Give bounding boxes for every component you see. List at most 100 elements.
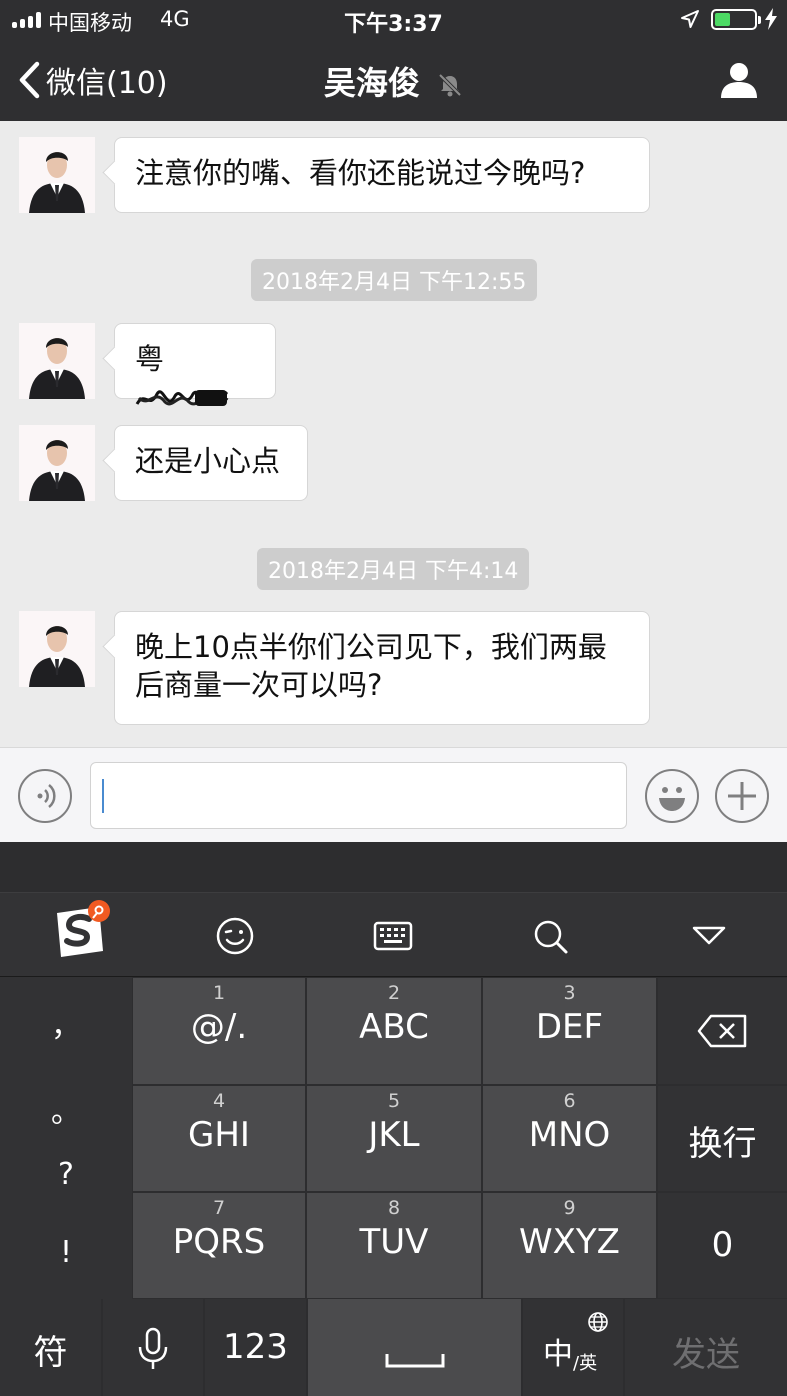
battery-icon <box>711 9 761 30</box>
mic-icon <box>138 1327 168 1369</box>
key-letters: MNO <box>528 1115 611 1155</box>
message-row: 还是小心点 <box>0 425 787 505</box>
contact-name: 吴海俊 <box>323 64 420 102</box>
key-4[interactable]: 4 GHI <box>133 1086 305 1191</box>
punctuation-column: ， 。 ? ! <box>0 977 132 1299</box>
key-number: 9 <box>563 1197 576 1219</box>
space-bar-icon <box>385 1354 444 1368</box>
send-key[interactable]: 发送 <box>625 1299 787 1396</box>
chat-title: 吴海俊 <box>0 58 787 104</box>
backspace-icon <box>697 1014 746 1048</box>
key-letters: TUV <box>359 1222 429 1262</box>
message-text: 还是小心点 <box>135 444 281 478</box>
keyboard-icon[interactable] <box>364 907 422 965</box>
punct-period-key[interactable]: 。 <box>0 1087 132 1131</box>
zero-label: 0 <box>711 1225 734 1265</box>
text-caret <box>102 779 104 813</box>
message-row: 注意你的嘴、看你还能说过今晚吗? <box>0 137 787 217</box>
key-letters: WXYZ <box>519 1222 620 1262</box>
space-key[interactable] <box>308 1299 521 1396</box>
profile-icon[interactable] <box>719 60 759 100</box>
contact-avatar[interactable] <box>19 611 95 687</box>
key-2[interactable]: 2 ABC <box>307 978 481 1084</box>
status-time: 下午3:37 <box>344 12 443 37</box>
search-icon[interactable] <box>521 907 579 965</box>
collapse-triangle-icon[interactable] <box>680 907 738 965</box>
redacted-scribble-icon <box>135 390 229 406</box>
key-letters: ABC <box>359 1007 429 1047</box>
message-text: 注意你的嘴、看你还能说过今晚吗? <box>135 156 586 190</box>
punct-comma-key[interactable]: ， <box>0 1001 132 1045</box>
message-bubble[interactable]: 还是小心点 <box>114 425 308 501</box>
key-0[interactable]: 0 <box>658 1193 787 1298</box>
language-switch-key[interactable]: 中 /英 <box>523 1299 623 1396</box>
message-bubble[interactable]: 粤 <box>114 323 276 406</box>
key-number: 7 <box>212 1197 226 1219</box>
message-text-line: 后商量一次可以吗? <box>135 668 383 702</box>
keyboard: ， 。 ? ! 1 @/. 2 ABC 3 DEF 4 GHI 5 JKL 6 … <box>0 842 787 1396</box>
delete-key[interactable] <box>658 978 787 1084</box>
key-9[interactable]: 9 WXYZ <box>483 1193 656 1298</box>
globe-icon <box>588 1312 608 1332</box>
contact-avatar[interactable] <box>19 137 95 213</box>
key-letters: JKL <box>368 1115 420 1155</box>
input-bar <box>0 747 787 842</box>
voice-icon <box>37 784 56 808</box>
message-row: 晚上10点半你们公司见下，我们两最 后商量一次可以吗? <box>0 611 787 727</box>
key-number: 2 <box>387 982 401 1004</box>
message-bubble[interactable]: 注意你的嘴、看你还能说过今晚吗? <box>114 137 650 213</box>
message-text: 粤 <box>135 342 165 376</box>
key-7[interactable]: 7 PQRS <box>133 1193 305 1298</box>
key-letters: GHI <box>188 1115 250 1155</box>
chat-timestamp: 2018年2月4日 下午12:55 <box>251 259 538 301</box>
key-number: 6 <box>563 1090 576 1112</box>
newline-key[interactable]: 换行 <box>658 1086 787 1191</box>
punct-question-key[interactable]: ? <box>0 1157 132 1192</box>
key-letters: @/. <box>190 1007 248 1047</box>
nav-bar: 微信(10) 吴海俊 <box>0 40 787 121</box>
key-number: 8 <box>387 1197 401 1219</box>
punct-exclamation-key[interactable]: ! <box>0 1235 132 1270</box>
key-1[interactable]: 1 @/. <box>133 978 305 1084</box>
message-text-line: 晚上10点半你们公司见下，我们两最 <box>135 630 607 664</box>
mute-bell-icon <box>438 73 462 97</box>
newline-label: 换行 <box>688 1124 757 1164</box>
contact-avatar[interactable] <box>19 425 95 501</box>
avatar-portrait-icon <box>19 323 95 399</box>
emoji-icon <box>659 787 685 811</box>
key-3[interactable]: 3 DEF <box>483 978 656 1084</box>
key-number: 4 <box>212 1090 226 1112</box>
emoji-button[interactable] <box>645 769 699 823</box>
mic-key[interactable] <box>103 1299 203 1396</box>
status-bar: 中国移动 4G 下午3:37 <box>0 0 787 40</box>
avatar-portrait-icon <box>19 137 95 213</box>
key-letters: PQRS <box>172 1222 266 1262</box>
more-options-button[interactable] <box>715 769 769 823</box>
key-number: 3 <box>563 982 576 1004</box>
message-row: 粤 <box>0 323 787 406</box>
avatar-portrait-icon <box>19 611 95 687</box>
chat-area[interactable]: 注意你的嘴、看你还能说过今晚吗? 2018年2月4日 下午12:55 粤 还是小… <box>0 121 787 747</box>
location-arrow-icon <box>681 10 699 28</box>
chat-timestamp: 2018年2月4日 下午4:14 <box>257 548 530 590</box>
key-6[interactable]: 6 MNO <box>483 1086 656 1191</box>
key-letters: DEF <box>535 1007 604 1047</box>
key-number: 1 <box>212 982 226 1004</box>
key-5[interactable]: 5 JKL <box>307 1086 481 1191</box>
top-bar: 中国移动 4G 下午3:37 微信(10) 吴海俊 <box>0 0 787 121</box>
emoji-wink-icon[interactable] <box>206 907 264 965</box>
avatar-portrait-icon <box>19 425 95 501</box>
key-number: 5 <box>387 1090 401 1112</box>
symbol-key[interactable]: 符 <box>0 1299 101 1396</box>
voice-button[interactable] <box>18 769 72 823</box>
sogou-logo-icon[interactable] <box>51 899 115 963</box>
numbers-key[interactable]: 123 <box>205 1299 306 1396</box>
key-8[interactable]: 8 TUV <box>307 1193 481 1298</box>
message-input[interactable] <box>90 762 627 829</box>
message-bubble[interactable]: 晚上10点半你们公司见下，我们两最 后商量一次可以吗? <box>114 611 650 725</box>
contact-avatar[interactable] <box>19 323 95 399</box>
keyboard-toolbar <box>0 892 787 977</box>
language-sub-label: /英 <box>573 1353 598 1374</box>
charging-bolt-icon <box>765 8 777 30</box>
language-main-label: 中 <box>543 1337 573 1372</box>
